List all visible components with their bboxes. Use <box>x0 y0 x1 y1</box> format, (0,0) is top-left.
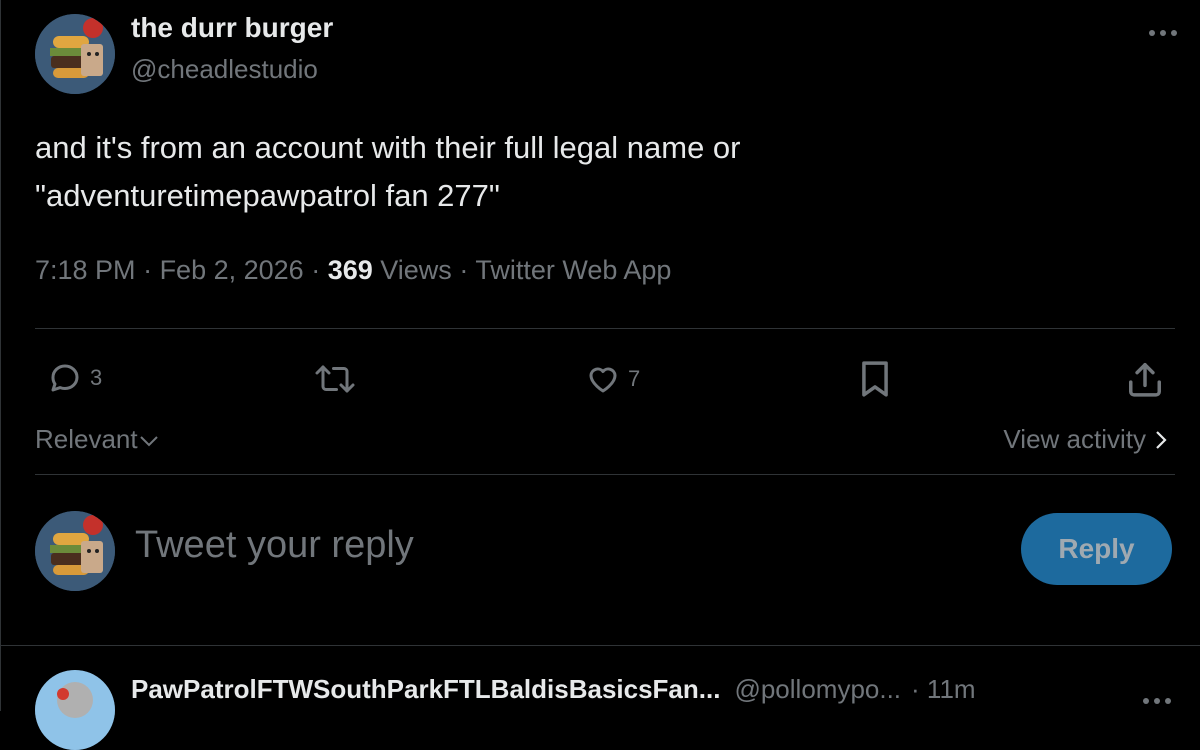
divider <box>35 474 1175 475</box>
tweet-text: and it's from an account with their full… <box>35 124 1155 220</box>
divider <box>35 328 1175 329</box>
reply-action[interactable]: 3 <box>46 360 102 396</box>
sort-dropdown[interactable]: Relevant <box>35 424 160 455</box>
reply-more-options-icon[interactable] <box>1142 686 1172 712</box>
tweet-time[interactable]: 7:18 PM <box>35 255 136 285</box>
tweet-text-line: and it's from an account with their full… <box>35 130 741 165</box>
view-activity-link[interactable]: View activity <box>1003 424 1170 455</box>
retweet-icon <box>315 365 355 393</box>
like-icon <box>589 367 617 393</box>
divider <box>0 645 1200 646</box>
bookmark-icon <box>862 361 888 397</box>
user-avatar[interactable] <box>35 511 115 591</box>
bookmark-action[interactable] <box>859 360 891 398</box>
author-name[interactable]: the durr burger <box>131 12 333 44</box>
meta-separator: · <box>135 255 160 285</box>
author-avatar[interactable] <box>35 14 115 94</box>
more-options-icon[interactable] <box>1148 18 1178 44</box>
tweet-date[interactable]: Feb 2, 2026 <box>160 255 304 285</box>
author-handle[interactable]: @cheadlestudio <box>131 54 318 85</box>
retweet-action[interactable] <box>314 362 356 396</box>
reply-icon <box>51 364 79 392</box>
tweet-source[interactable]: Twitter Web App <box>475 255 671 285</box>
reply-button[interactable]: Reply <box>1021 513 1172 585</box>
views-count: 369 <box>327 255 373 285</box>
like-action[interactable]: 7 <box>584 361 640 397</box>
tweet-text-line: "adventuretimepawpatrol fan 277" <box>35 178 500 213</box>
like-count: 7 <box>628 366 641 391</box>
share-action[interactable] <box>1127 360 1163 398</box>
views-label: Views <box>380 255 452 285</box>
reply-header: PawPatrolFTWSouthParkFTLBaldisBasicsFan.… <box>131 674 976 705</box>
tweet-meta: 7:18 PM · Feb 2, 2026 · 369 Views · Twit… <box>35 255 671 286</box>
reply-author-handle[interactable]: @pollomypo... <box>734 674 901 705</box>
meta-separator: · <box>303 255 328 285</box>
left-border <box>0 0 1 711</box>
reply-time[interactable]: · 11m <box>911 674 976 705</box>
reply-author-name[interactable]: PawPatrolFTWSouthParkFTLBaldisBasicsFan.… <box>131 674 720 705</box>
reply-count: 3 <box>90 365 103 390</box>
chevron-down-icon <box>139 435 158 446</box>
view-activity-label: View activity <box>1003 424 1146 454</box>
share-icon <box>1129 363 1161 397</box>
reply-input[interactable]: Tweet your reply <box>135 524 414 567</box>
sort-label: Relevant <box>35 424 138 454</box>
chevron-right-icon <box>1156 430 1167 449</box>
reply-author-avatar[interactable] <box>35 670 115 750</box>
meta-separator: · <box>451 255 476 285</box>
